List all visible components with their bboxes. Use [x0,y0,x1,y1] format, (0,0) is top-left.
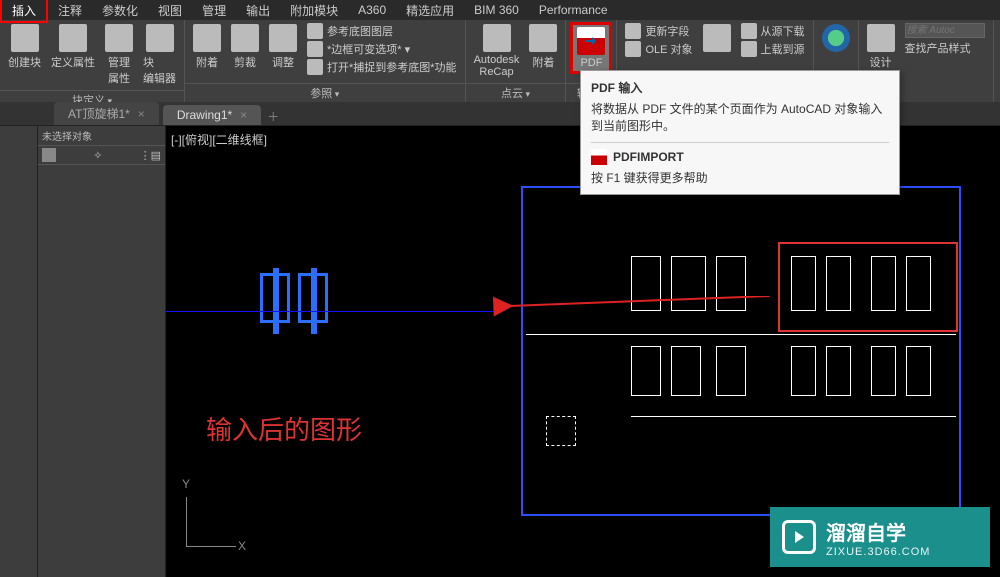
watermark-url: ZIXUE.3D66.COM [826,546,930,558]
recap-button[interactable]: Autodesk ReCap [470,22,524,80]
globe-icon [822,24,850,52]
tab-at-label: AT顶旋梯1* [68,105,130,122]
panel-pointcloud-title[interactable]: 点云 [466,83,566,102]
underlay-layers-label: 参考底图图层 [327,23,393,39]
link-button[interactable] [699,22,735,54]
underlay-layers-button[interactable]: 参考底图图层 [303,22,461,40]
attach-pc-button[interactable]: 附着 [525,22,561,72]
download-src-button[interactable]: 从源下载 [737,22,809,40]
download-src-label: 从源下载 [761,23,805,39]
play-icon [782,520,816,554]
annotation-left: 输入后的图形 [206,410,362,447]
adjust-label: 调整 [272,54,294,70]
menu-a360[interactable]: A360 [348,1,396,19]
location-button[interactable] [818,22,854,54]
adjust-button[interactable]: 调整 [265,22,301,72]
tab-drawing1[interactable]: Drawing1* × [163,105,261,125]
menu-bim360[interactable]: BIM 360 [464,1,529,19]
viewport-label[interactable]: [-][俯视][二维线框] [171,131,267,148]
snap-underlay-button[interactable]: 打开*捕捉到参考底图*功能 [303,58,461,76]
menu-performance[interactable]: Performance [529,1,618,19]
attach-label: 附着 [196,54,218,70]
menu-addins[interactable]: 附加模块 [280,0,348,21]
ucs-icon: X Y [186,487,246,547]
pdf-import-button[interactable]: PDF [570,22,612,74]
create-block-button[interactable]: 创建块 [4,22,45,72]
upload-icon [741,41,757,57]
block-editor-button[interactable]: 块 编辑器 [139,22,180,88]
field-icon [625,23,641,39]
panel-reference: 附着 剪裁 调整 参考底图图层 *边框可变选项* ▾ 打开*捕捉到参考底图*功能… [185,20,466,102]
menu-featured[interactable]: 精选应用 [396,0,464,21]
search-input[interactable] [905,23,985,38]
tooltip-body: 将数据从 PDF 文件的某个页面作为 AutoCAD 对象输入到当前图形中。 [591,100,889,134]
panel-block-def: 创建块 定义属性 管理 属性 块 编辑器 块定义 [0,20,185,102]
define-attr-label: 定义属性 [51,54,95,70]
toolbar-left [0,126,38,577]
attach-button[interactable]: 附着 [189,22,225,72]
snap-icon [307,59,323,75]
pdf-import-tooltip: PDF 输入 将数据从 PDF 文件的某个页面作为 AutoCAD 对象输入到当… [580,70,900,195]
frame-vary-button[interactable]: *边框可变选项* ▾ [303,40,461,58]
frame-icon [307,41,323,57]
axis-y-label: Y [182,477,190,491]
panel-reference-title[interactable]: 参照 [185,83,465,102]
snap-underlay-label: 打开*捕捉到参考底图*功能 [327,59,457,75]
download-icon [741,23,757,39]
layers-icon [307,23,323,39]
menu-view[interactable]: 视图 [148,0,192,21]
menu-manage[interactable]: 管理 [192,0,236,21]
attach-pc-label: 附着 [532,54,554,70]
tooltip-help: 按 F1 键获得更多帮助 [591,169,889,186]
menu-output[interactable]: 输出 [236,0,280,21]
layer-icon[interactable] [42,148,56,162]
tooltip-title: PDF 输入 [591,79,889,96]
upload-src-button[interactable]: 上载到源 [737,40,809,58]
noselect-label: 未选择对象 [42,128,92,143]
close-icon[interactable]: × [138,107,145,121]
menu-parametric[interactable]: 参数化 [92,0,148,21]
update-field-label: 更新字段 [645,23,689,39]
find-product-button[interactable]: 查找产品样式 [901,39,989,57]
axis-x-label: X [238,539,246,553]
tooltip-cmd: PDFIMPORT [591,149,889,165]
ole-object-button[interactable]: OLE 对象 [621,40,696,58]
ole-icon [625,41,641,57]
define-attr-button[interactable]: 定义属性 [47,22,99,72]
pdf-icon [577,27,605,55]
update-field-button[interactable]: 更新字段 [621,22,696,40]
manage-attr-label: 管理 属性 [108,54,130,86]
watermark-brand: 溜溜自学 [826,517,930,546]
clip-label: 剪裁 [234,54,256,70]
block-editor-label: 块 编辑器 [143,54,176,86]
close-icon[interactable]: × [240,108,247,122]
ole-label: OLE 对象 [645,41,692,57]
new-tab-button[interactable]: ＋ [267,108,279,125]
recap-label: Autodesk ReCap [474,54,520,78]
panel-pointcloud: Autodesk ReCap 附着 点云 [466,20,567,102]
pdf-icon [591,149,607,165]
pdf-label: PDF [580,57,602,69]
watermark: 溜溜自学 ZIXUE.3D66.COM [770,507,990,567]
highlight-box [778,242,958,332]
menu-annotate[interactable]: 注释 [48,0,92,21]
clip-button[interactable]: 剪裁 [227,22,263,72]
menubar: 插入 注释 参数化 视图 管理 输出 附加模块 A360 精选应用 BIM 36… [0,0,1000,20]
manage-attr-button[interactable]: 管理 属性 [101,22,137,88]
frame-vary-label: *边框可变选项* ▾ [327,41,410,57]
imported-geometry [256,273,332,328]
find-product-label: 查找产品样式 [905,40,971,56]
osnap-icon[interactable]: ✧ [93,149,102,162]
tab-drawing1-label: Drawing1* [177,108,232,122]
filter-icon[interactable]: ⋮▤ [140,149,161,162]
upload-src-label: 上载到源 [761,41,805,57]
properties-palette[interactable]: 未选择对象 ✧ ⋮▤ [38,126,166,577]
create-block-label: 创建块 [8,54,41,70]
tab-at[interactable]: AT顶旋梯1* × [54,102,159,125]
